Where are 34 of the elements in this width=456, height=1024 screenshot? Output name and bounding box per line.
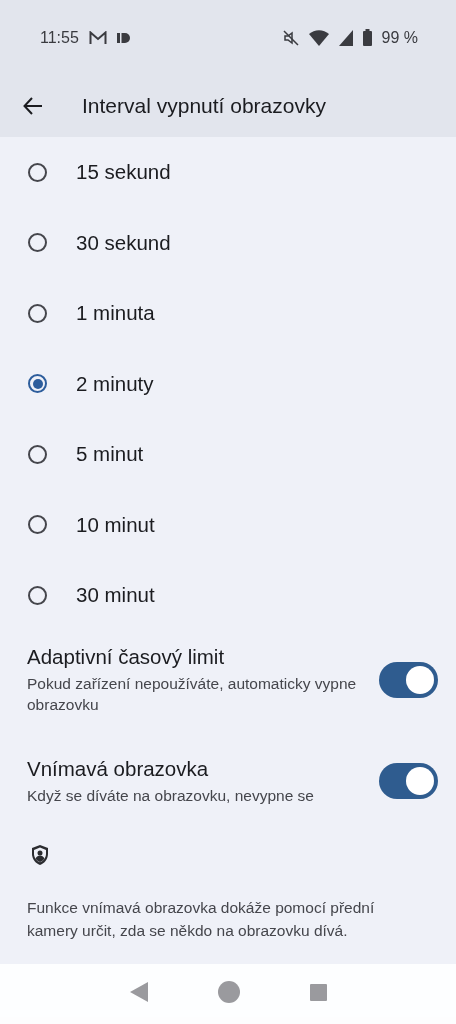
mute-icon: [282, 29, 299, 46]
wifi-icon: [308, 29, 329, 46]
radio-button[interactable]: [28, 444, 47, 464]
signal-icon: [338, 29, 353, 46]
option-label: 30 minut: [76, 583, 155, 608]
back-nav-icon[interactable]: [129, 982, 148, 1002]
option-label: 15 sekund: [76, 160, 171, 185]
option-label: 30 sekund: [76, 230, 171, 255]
battery-icon: [362, 29, 372, 46]
home-nav-icon[interactable]: [217, 981, 240, 1003]
app-icon: [116, 31, 131, 44]
radio-button[interactable]: [28, 303, 47, 323]
setting-summary: Pokud zařízení nepoužíváte, automaticky vypne obrazovku: [27, 673, 357, 715]
setting-summary: Když se díváte na obrazovku, nevypne se: [27, 785, 315, 806]
option-label: 10 minut: [76, 512, 155, 537]
description-text: Funkce vnímavá obrazovka dokáže pomocí přední kamery určit, zda se někdo na obrazovku dívá.: [26, 897, 376, 941]
recents-nav-icon[interactable]: [309, 983, 327, 1001]
radio-button[interactable]: [28, 162, 47, 182]
toggle-switch[interactable]: [379, 763, 438, 799]
setting-title: Adaptivní časový limit: [27, 644, 226, 669]
radio-button[interactable]: [28, 585, 47, 605]
radio-button[interactable]: [28, 374, 47, 394]
status-time: 11:55: [40, 28, 79, 47]
page-title: Interval vypnutí obrazovky: [82, 94, 326, 118]
battery-percentage: 99 %: [381, 28, 418, 47]
option-label: 5 minut: [76, 442, 144, 467]
toggle-switch[interactable]: [379, 661, 438, 698]
setting-title: Vnímavá obrazovka: [27, 756, 210, 781]
option-label: 1 minuta: [76, 301, 155, 326]
shield-person-icon: [30, 843, 50, 866]
option-label: 2 minuty: [76, 371, 154, 396]
radio-button[interactable]: [28, 515, 47, 535]
mail-icon: [88, 30, 107, 45]
radio-button[interactable]: [28, 233, 47, 253]
